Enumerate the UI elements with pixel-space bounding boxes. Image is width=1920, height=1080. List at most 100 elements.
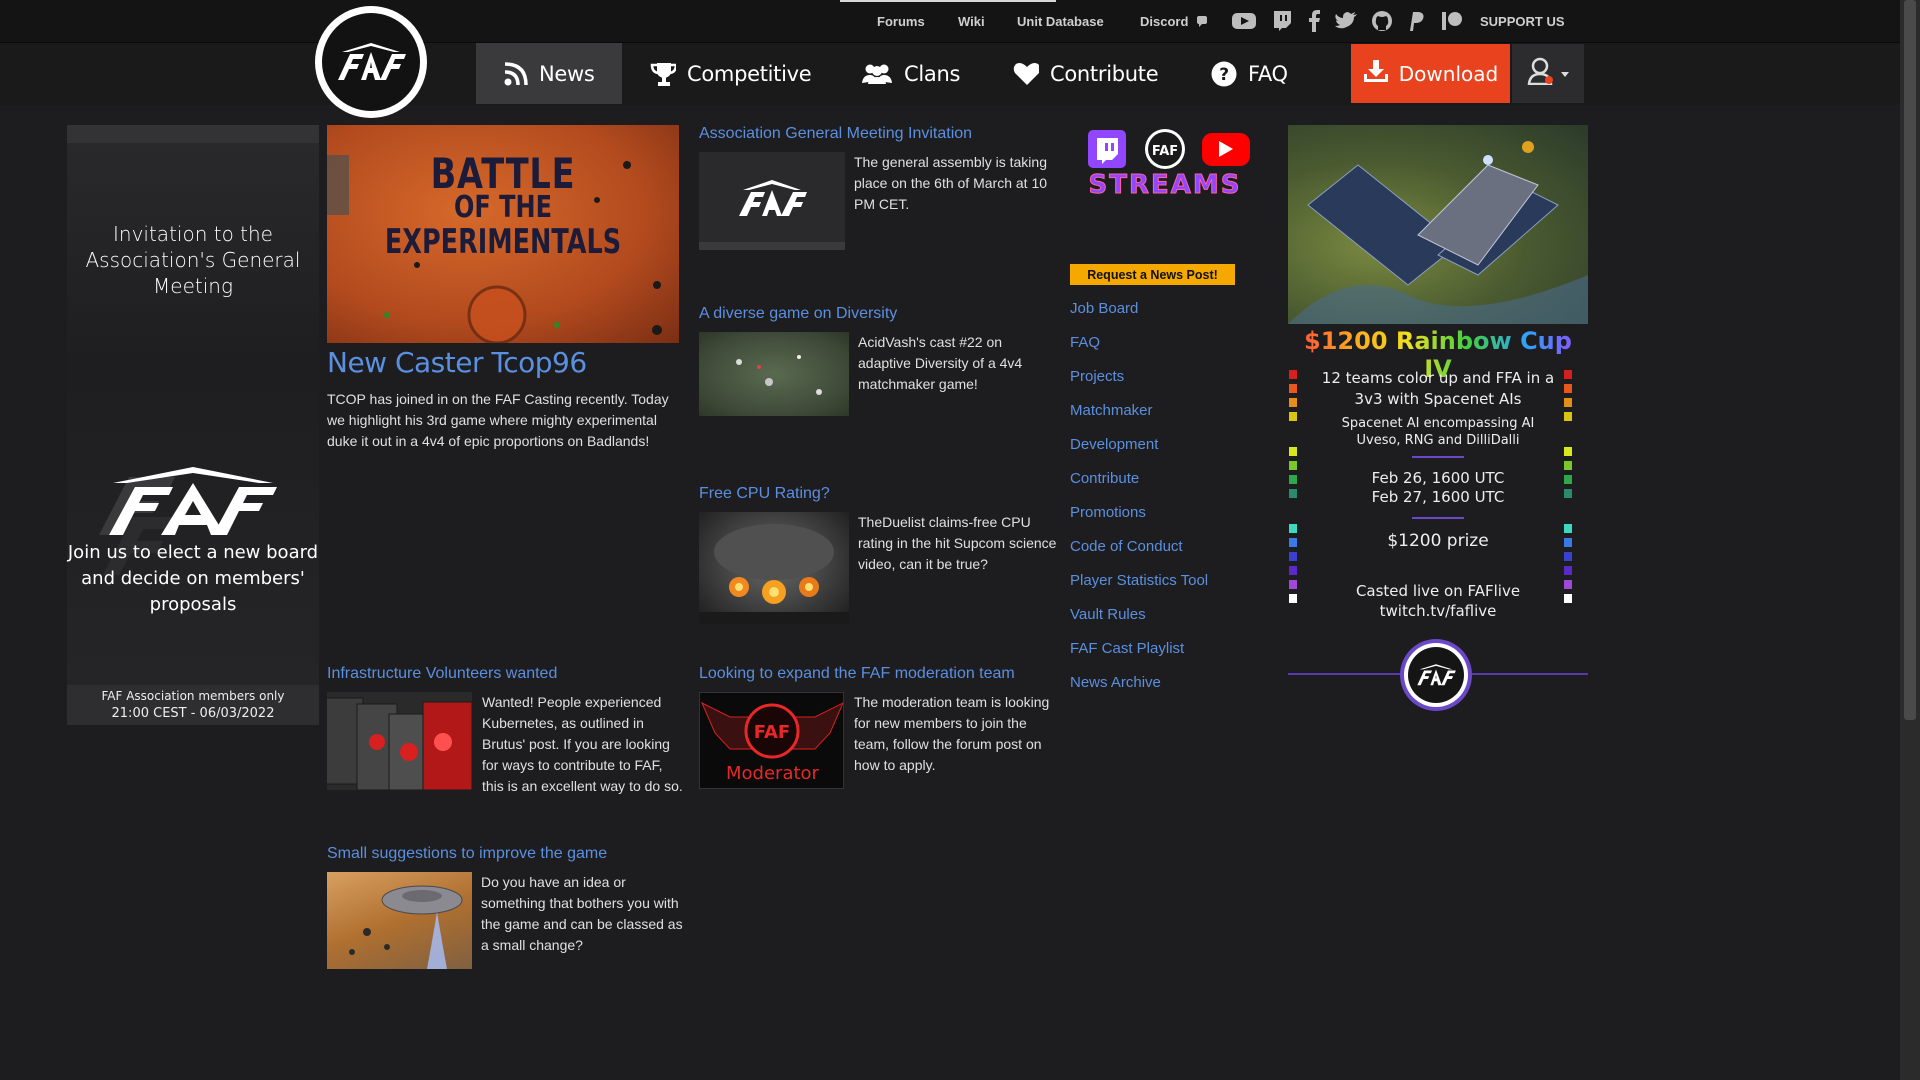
news-title-moderation[interactable]: Looking to expand the FAF moderation tea…: [699, 665, 1015, 683]
sidebar-link-promotions[interactable]: Promotions: [1070, 504, 1146, 521]
rainbow-dot: [1289, 552, 1297, 561]
news-title-cpu[interactable]: Free CPU Rating?: [699, 485, 830, 503]
rainbow-dot: [1289, 412, 1297, 421]
nav-competitive-label: Competitive: [687, 61, 812, 86]
sidebar-link-development[interactable]: Development: [1070, 436, 1158, 453]
sidebar-link-job-board[interactable]: Job Board: [1070, 300, 1138, 317]
featured-image[interactable]: BATTLE OF THE EXPERIMENTALS: [327, 125, 679, 343]
tournament-image[interactable]: [1288, 125, 1588, 324]
banner-title: Invitation to the Association's General …: [85, 222, 301, 298]
sidebar-link-faq[interactable]: FAQ: [1070, 334, 1100, 351]
featured-image-line3: EXPERIMENTALS: [384, 222, 622, 262]
discord-icon[interactable]: [1195, 10, 1209, 32]
request-news-post-button[interactable]: Request a News Post!: [1070, 264, 1235, 285]
scrollbar-thumb[interactable]: [1904, 0, 1916, 720]
patreon-icon[interactable]: [1440, 10, 1464, 32]
sidebar-link-faf-cast-playlist[interactable]: FAF Cast Playlist: [1070, 640, 1184, 657]
rainbow-dot: [1289, 580, 1297, 589]
association-meeting-banner[interactable]: Invitation to the Association's General …: [67, 125, 319, 725]
sidebar-link-matchmaker[interactable]: Matchmaker: [1070, 402, 1153, 419]
nav-clans[interactable]: Clans: [833, 43, 988, 104]
streams-badge[interactable]: FAF STREAMS: [1070, 128, 1260, 200]
rainbow-dot: [1564, 594, 1572, 603]
faf-logo[interactable]: [315, 6, 427, 118]
tournament-line2: Spacenet AI encompassing AI Uveso, RNG a…: [1341, 416, 1535, 448]
news-title-suggestions[interactable]: Small suggestions to improve the game: [327, 845, 607, 863]
rainbow-dot: [1289, 370, 1297, 379]
rainbow-dot: [1564, 412, 1572, 421]
question-icon: ?: [1211, 61, 1237, 87]
tournament-divider-1: [1412, 456, 1464, 458]
faf-logo-small-icon: [1417, 664, 1456, 686]
rainbow-dot: [1289, 489, 1297, 498]
rainbow-dot: [1289, 461, 1297, 470]
sidebar-link-projects[interactable]: Projects: [1070, 368, 1124, 385]
nav-faq[interactable]: ? FAQ: [1183, 43, 1316, 104]
rainbow-dot: [1289, 475, 1297, 484]
support-us-link[interactable]: SUPPORT US: [1480, 14, 1565, 29]
sidebar-link-code-of-conduct[interactable]: Code of Conduct: [1070, 538, 1183, 555]
forums-link[interactable]: Forums: [877, 14, 925, 29]
rainbow-dot: [1289, 398, 1297, 407]
news-thumb-cpu[interactable]: [699, 512, 849, 624]
sidebar-link-news-archive[interactable]: News Archive: [1070, 674, 1161, 691]
rainbow-dots-left: [1289, 370, 1297, 608]
news-title-association[interactable]: Association General Meeting Invitation: [699, 125, 972, 143]
tournament-cast1: Casted live on FAFlive: [1355, 582, 1521, 600]
rainbow-dot: [1289, 594, 1297, 603]
news-thumb-moderation[interactable]: FAF Moderator: [699, 692, 844, 789]
news-thumb-diversity[interactable]: [699, 332, 849, 416]
nav-news-label: News: [539, 61, 595, 86]
rainbow-dot: [1564, 461, 1572, 470]
heart-icon: [1013, 61, 1039, 87]
nav-clans-label: Clans: [904, 61, 961, 86]
unit-database-link[interactable]: Unit Database: [1017, 14, 1104, 29]
tournament-date1: Feb 26, 1600 UTC: [1371, 469, 1505, 487]
account-menu[interactable]: [1512, 44, 1584, 103]
news-excerpt-suggestions: Do you have an idea or something that bo…: [481, 874, 683, 953]
wiki-link[interactable]: Wiki: [958, 14, 985, 29]
streams-label: STREAMS: [1088, 170, 1242, 200]
news-thumb-association[interactable]: [699, 152, 845, 250]
news-thumb-cpu-art: [699, 524, 849, 624]
page-scrollbar[interactable]: [1900, 0, 1920, 1080]
download-icon: [1363, 59, 1389, 88]
sidebar-link-player-statistics[interactable]: Player Statistics Tool: [1070, 572, 1208, 589]
banner-footer-members: FAF Association members only: [101, 689, 285, 703]
news-thumb-suggestions[interactable]: [327, 872, 472, 969]
facebook-icon[interactable]: [1302, 10, 1326, 32]
download-button[interactable]: Download: [1351, 44, 1510, 103]
sidebar-link-contribute[interactable]: Contribute: [1070, 470, 1139, 487]
top-bar: Forums Wiki Unit Database Discord SUPPOR…: [0, 0, 1900, 43]
banner-footer-date: 21:00 CEST - 06/03/2022: [111, 706, 275, 721]
twitch-icon[interactable]: [1270, 10, 1294, 32]
featured-title[interactable]: New Caster Tcop96: [327, 346, 587, 379]
twitter-icon[interactable]: [1334, 10, 1358, 32]
discord-link[interactable]: Discord: [1140, 14, 1188, 29]
svg-text:FAF: FAF: [754, 722, 790, 743]
featured-image-line2: OF THE: [453, 190, 552, 225]
nav-competitive[interactable]: Competitive: [622, 43, 839, 104]
nav-faq-label: FAQ: [1248, 61, 1288, 86]
rainbow-dot: [1564, 580, 1572, 589]
paypal-icon[interactable]: [1404, 10, 1428, 32]
news-excerpt-infrastructure: Wanted! People experienced Kubernetes, a…: [327, 692, 687, 797]
rss-icon: [504, 61, 528, 87]
rainbow-dot: [1564, 552, 1572, 561]
rainbow-dot: [1564, 524, 1572, 533]
news-excerpt-diversity: AcidVash's cast #22 on adaptive Diversit…: [858, 334, 1023, 392]
sidebar-link-vault-rules[interactable]: Vault Rules: [1070, 606, 1146, 623]
rainbow-dot: [1564, 475, 1572, 484]
nav-contribute[interactable]: Contribute: [985, 43, 1186, 104]
nav-news[interactable]: News: [476, 43, 622, 104]
rainbow-dot: [1289, 447, 1297, 456]
youtube-icon[interactable]: [1232, 10, 1256, 32]
featured-image-caption: BATTLE OF THE EXPERIMENTALS: [327, 153, 679, 262]
featured-excerpt: TCOP has joined in on the FAF Casting re…: [327, 391, 669, 449]
news-title-infrastructure[interactable]: Infrastructure Volunteers wanted: [327, 665, 557, 683]
github-icon[interactable]: [1370, 10, 1394, 32]
news-thumb-diversity-art: [736, 355, 822, 395]
news-title-diversity[interactable]: A diverse game on Diversity: [699, 305, 897, 323]
rainbow-dot: [1289, 524, 1297, 533]
rainbow-dot: [1564, 538, 1572, 547]
